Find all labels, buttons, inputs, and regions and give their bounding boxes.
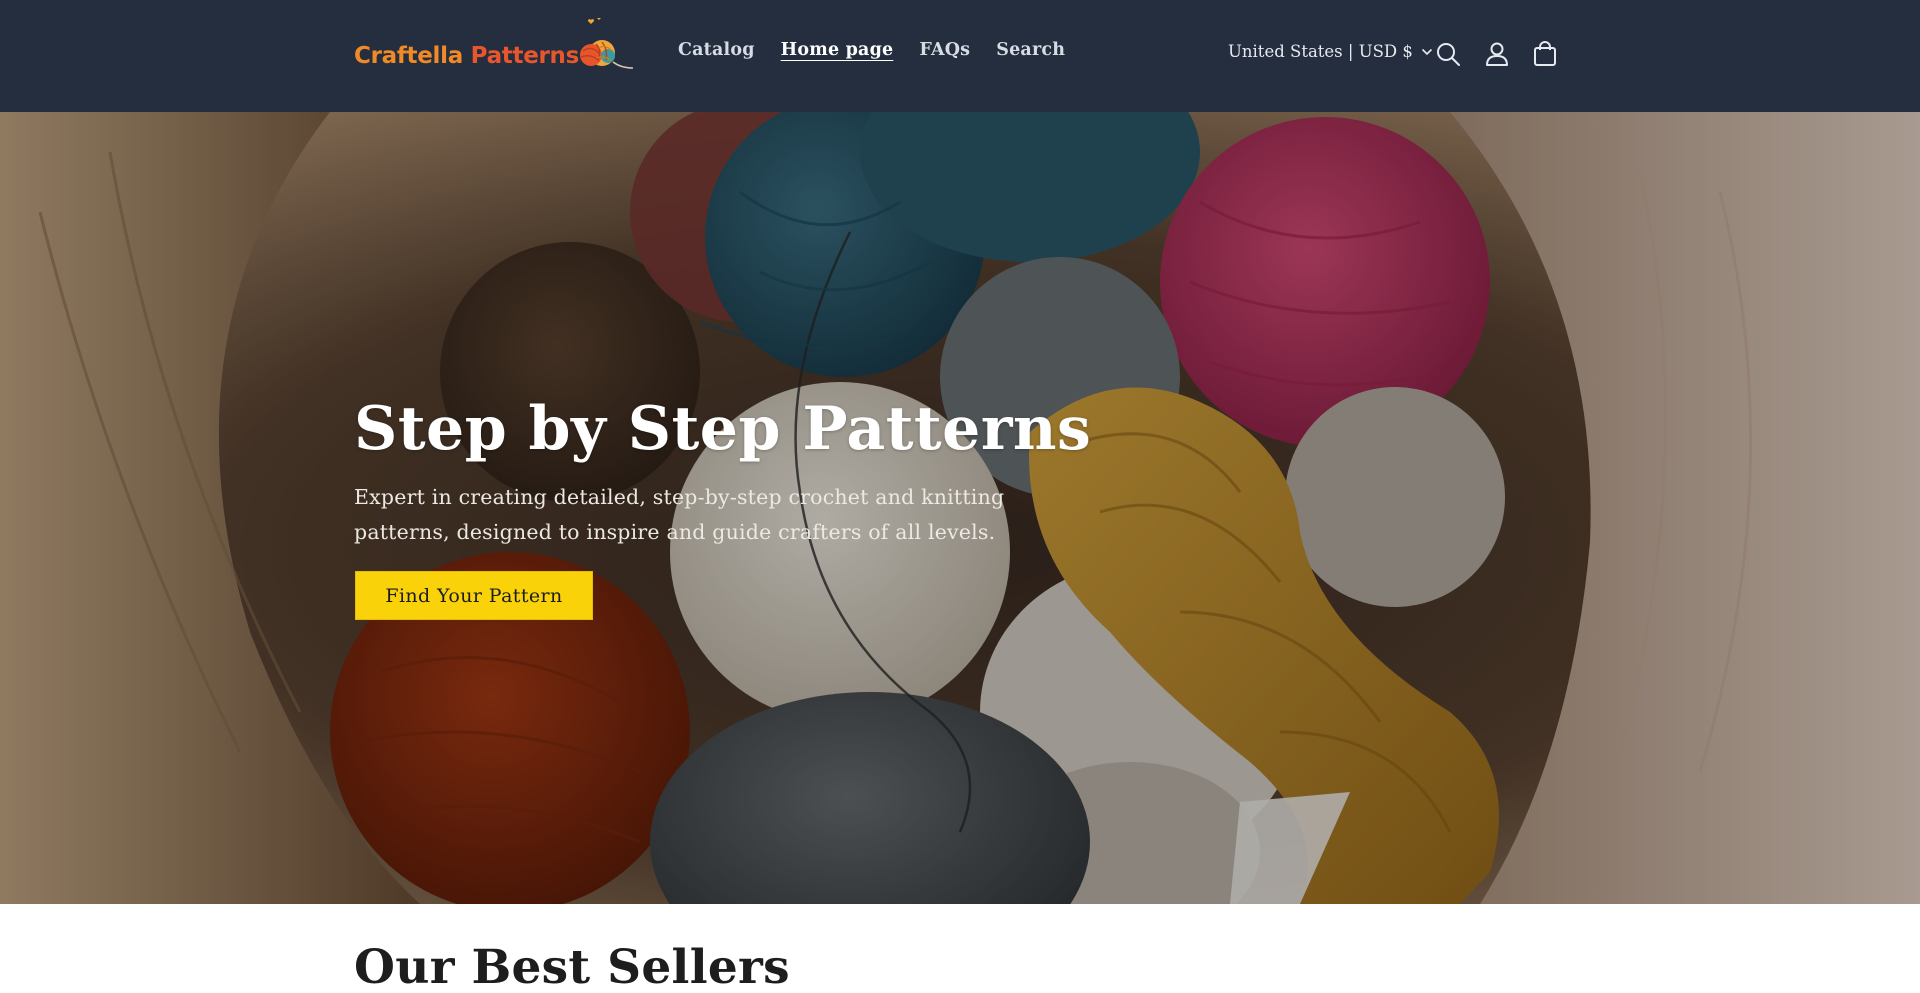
logo-text-craftella: Craftella [354, 43, 471, 69]
hero-subtitle: Expert in creating detailed, step-by-ste… [354, 485, 1005, 544]
country-currency-selector[interactable]: United States | USD $ [1228, 42, 1433, 61]
logo-text-patterns: Patterns [470, 43, 580, 69]
nav-link-home-page[interactable]: Home page [781, 40, 894, 60]
logo-wordmark: Craftella Patterns [354, 43, 579, 69]
nav-link-catalog[interactable]: Catalog [678, 40, 755, 60]
nav-link-search[interactable]: Search [996, 40, 1065, 60]
nav-link-faqs[interactable]: FAQs [919, 40, 970, 60]
search-icon[interactable] [1434, 40, 1462, 68]
best-sellers-heading: Our Best Sellers [354, 940, 790, 993]
chevron-down-icon [1421, 48, 1432, 55]
site-header: Craftella Patterns Catalog Home page FAQ… [0, 0, 1920, 112]
hero-title: Step by Step Patterns [354, 394, 1092, 464]
account-icon[interactable] [1483, 40, 1511, 68]
country-currency-label: United States | USD $ [1228, 42, 1413, 61]
cart-icon[interactable] [1531, 40, 1559, 68]
yarn-ball-logo-icon [580, 18, 634, 69]
hero-banner: Step by Step Patterns Expert in creating… [0, 112, 1920, 904]
main-nav: Catalog Home page FAQs Search [678, 40, 1065, 60]
find-your-pattern-button[interactable]: Find Your Pattern [355, 571, 593, 620]
site-logo[interactable]: Craftella Patterns [354, 18, 636, 74]
